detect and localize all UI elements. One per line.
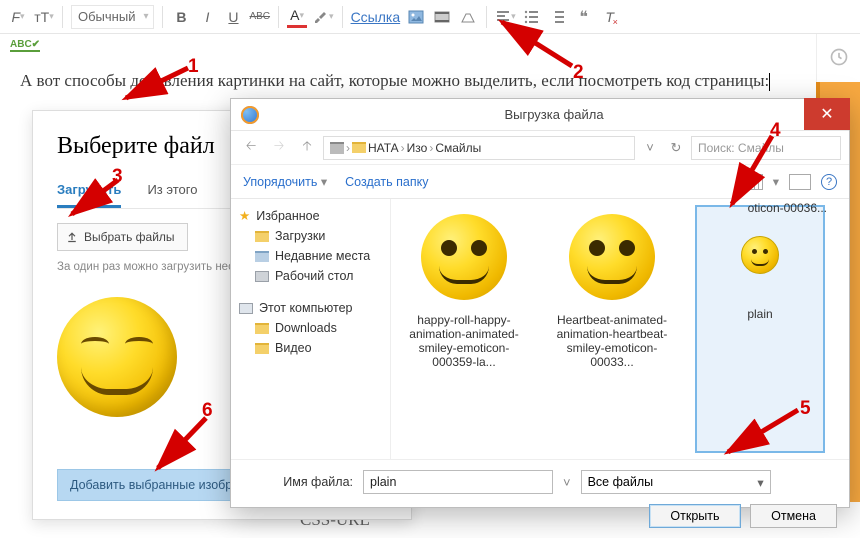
dialog-footer: Имя файла: ˅ Все файлы Открыть Отмена <box>231 459 849 538</box>
folder-icon <box>255 323 269 334</box>
tree-downloads[interactable]: Загрузки <box>235 226 386 246</box>
pc-icon <box>239 303 253 314</box>
strike-button[interactable]: ABC <box>249 6 270 28</box>
nav-tree: ★Избранное Загрузки Недавние места Рабоч… <box>231 199 391 459</box>
view-mode-button[interactable] <box>741 174 763 190</box>
nav-forward-button[interactable]: 🡢 <box>267 136 291 160</box>
open-button[interactable]: Открыть <box>649 504 740 528</box>
history-icon[interactable] <box>822 40 856 74</box>
highlight-button[interactable] <box>313 6 334 28</box>
breadcrumb[interactable]: › НАТА› Изо› Смайлы <box>323 136 635 160</box>
underline-button[interactable]: U <box>223 6 243 28</box>
file-item[interactable]: Heartbeat-animated-animation-heartbeat-s… <box>549 207 675 451</box>
dialog-titlebar: Выгрузка файла ✕ <box>231 99 849 131</box>
file-item[interactable]: happy-roll-happy-animation-animated-smil… <box>401 207 527 451</box>
upload-icon <box>66 231 78 243</box>
italic-button[interactable]: I <box>197 6 217 28</box>
choose-files-label: Выбрать файлы <box>84 230 175 244</box>
preview-pane-button[interactable] <box>789 174 811 190</box>
tree-video[interactable]: Видео <box>235 338 386 358</box>
file-name: plain <box>697 307 823 321</box>
nav-dropdown[interactable]: ˅ <box>639 140 661 155</box>
font-size-select[interactable]: тТ <box>34 6 54 28</box>
tree-this-pc[interactable]: Этот компьютер <box>235 298 386 318</box>
insert-emoticon-button[interactable] <box>458 6 478 28</box>
crumb[interactable]: Смайлы <box>435 141 481 155</box>
new-folder-button[interactable]: Создать папку <box>345 175 428 189</box>
native-open-dialog: Выгрузка файла ✕ 🡠 🡢 🡡 › НАТА› Изо› Смай… <box>230 98 850 508</box>
emoticon-thumb <box>569 214 655 300</box>
quote-button[interactable]: ❝ <box>574 6 594 28</box>
tree-recent[interactable]: Недавние места <box>235 246 386 266</box>
choose-files-button[interactable]: Выбрать файлы <box>57 223 188 251</box>
tree-desktop[interactable]: Рабочий стол <box>235 266 386 286</box>
search-placeholder: Поиск: Смайлы <box>698 141 784 155</box>
tab-from-this[interactable]: Из этого <box>147 174 197 208</box>
paragraph-text: А вот способы добавления картинки на сай… <box>20 71 769 90</box>
emoticon-thumb <box>741 236 779 274</box>
file-name: happy-roll-happy-animation-animated-smil… <box>401 313 527 369</box>
filetype-select[interactable]: Все файлы <box>581 470 771 494</box>
search-input[interactable]: Поиск: Смайлы <box>691 136 841 160</box>
folder-icon <box>352 142 366 153</box>
file-item-selected[interactable]: plain <box>697 207 823 451</box>
crumb[interactable]: Изо <box>407 141 428 155</box>
recent-icon <box>255 251 269 262</box>
refresh-button[interactable]: ↻ <box>665 140 687 156</box>
list-bullets-button[interactable] <box>522 6 542 28</box>
clear-format-button[interactable]: T× <box>600 6 620 28</box>
folder-icon <box>255 343 269 354</box>
desktop-icon <box>255 271 269 282</box>
nav-up-button[interactable]: 🡡 <box>295 136 319 160</box>
file-name-partial: oticon-00036... <box>748 201 827 215</box>
insert-image-button[interactable] <box>406 6 426 28</box>
dialog-title: Выгрузка файла <box>259 107 849 122</box>
tree-favorites[interactable]: ★Избранное <box>235 205 386 226</box>
file-name: Heartbeat-animated-animation-heartbeat-s… <box>549 313 675 369</box>
folder-icon <box>255 231 269 242</box>
preview-emoticon <box>57 297 177 417</box>
dialog-toolbar: Упорядочить ▾ Создать папку ▾ ? <box>231 165 849 199</box>
insert-video-button[interactable] <box>432 6 452 28</box>
filename-input[interactable] <box>363 470 553 494</box>
firefox-icon <box>241 106 259 124</box>
nav-back-button[interactable]: 🡠 <box>239 136 263 160</box>
tab-upload[interactable]: Загрузить <box>57 174 121 208</box>
emoticon-thumb <box>421 214 507 300</box>
tree-downloads-en[interactable]: Downloads <box>235 318 386 338</box>
star-icon: ★ <box>239 208 250 223</box>
font-family-select[interactable]: F <box>8 6 28 28</box>
pc-icon <box>330 142 344 154</box>
crumb[interactable]: НАТА <box>368 141 399 155</box>
organize-menu[interactable]: Упорядочить ▾ <box>243 174 327 189</box>
filename-label: Имя файла: <box>243 475 353 489</box>
paragraph-style-select[interactable]: Обычный <box>71 5 154 29</box>
file-list: oticon-00036... happy-roll-happy-animati… <box>391 199 849 459</box>
bold-button[interactable]: B <box>171 6 191 28</box>
text-color-button[interactable]: A <box>287 6 307 28</box>
dialog-cancel-button[interactable]: Отмена <box>750 504 837 528</box>
editor-toolbar: F тТ Обычный B I U ABC A Ссылка ❝ T× <box>0 0 860 34</box>
align-button[interactable] <box>495 6 516 28</box>
close-button[interactable]: ✕ <box>804 98 850 130</box>
list-numbers-button[interactable] <box>548 6 568 28</box>
spellcheck-row: ABC✔ <box>0 34 860 56</box>
dialog-nav: 🡠 🡢 🡡 › НАТА› Изо› Смайлы ˅ ↻ Поиск: Сма… <box>231 131 849 165</box>
spellcheck-icon[interactable]: ABC✔ <box>10 39 40 52</box>
text-cursor <box>769 73 770 91</box>
help-button[interactable]: ? <box>821 174 837 190</box>
insert-link-button[interactable]: Ссылка <box>351 6 401 28</box>
